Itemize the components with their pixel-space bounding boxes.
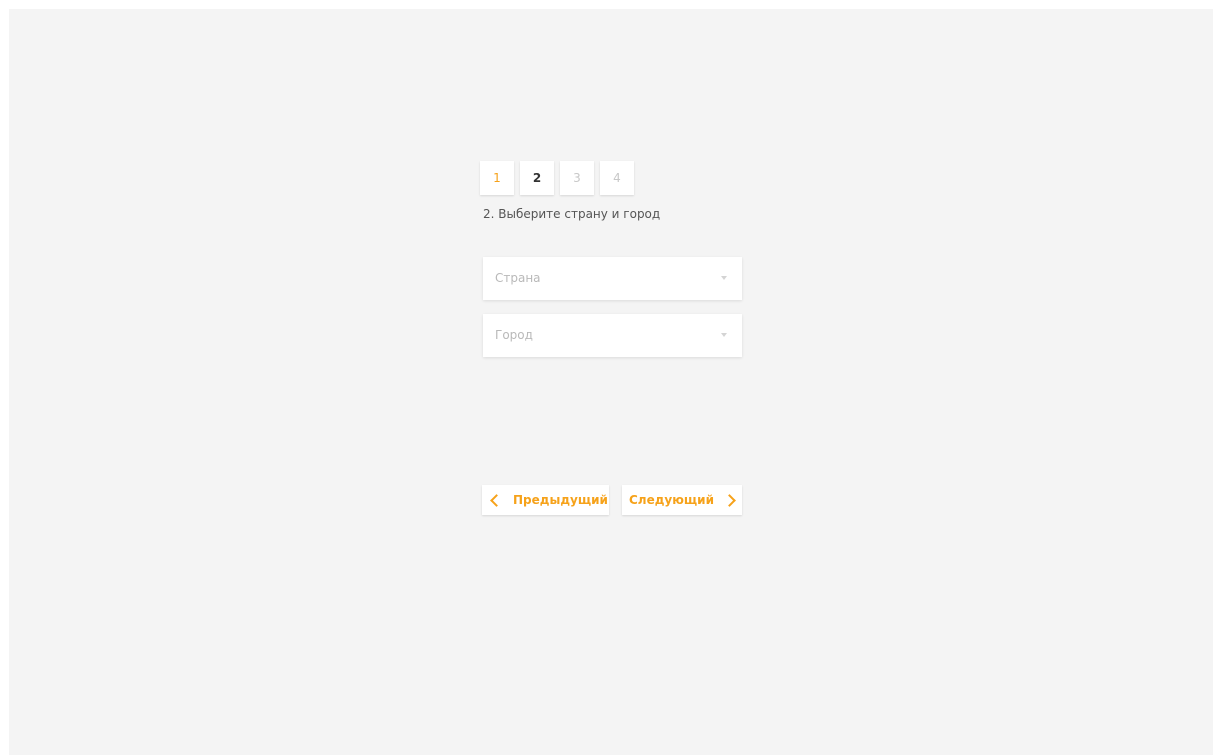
- caret-down-icon: [721, 276, 727, 280]
- step-3[interactable]: 3: [560, 161, 594, 195]
- previous-button[interactable]: Предыдущий: [482, 485, 609, 515]
- chevron-right-icon: [723, 493, 736, 507]
- city-select[interactable]: Город: [483, 314, 742, 357]
- country-select[interactable]: Страна: [483, 257, 742, 300]
- previous-button-label: Предыдущий: [513, 493, 608, 507]
- country-placeholder: Страна: [495, 271, 541, 285]
- step-1[interactable]: 1: [480, 161, 514, 195]
- caret-down-icon: [721, 333, 727, 337]
- city-placeholder: Город: [495, 328, 533, 342]
- chevron-left-icon: [490, 493, 503, 507]
- next-button[interactable]: Следующий: [622, 485, 742, 515]
- next-button-label: Следующий: [629, 493, 714, 507]
- step-title: 2. Выберите страну и город: [483, 207, 661, 221]
- step-4[interactable]: 4: [600, 161, 634, 195]
- step-indicator: 1 2 3 4: [480, 161, 634, 195]
- step-2[interactable]: 2: [520, 161, 554, 195]
- page-background: 1 2 3 4 2. Выберите страну и город Стран…: [9, 9, 1213, 755]
